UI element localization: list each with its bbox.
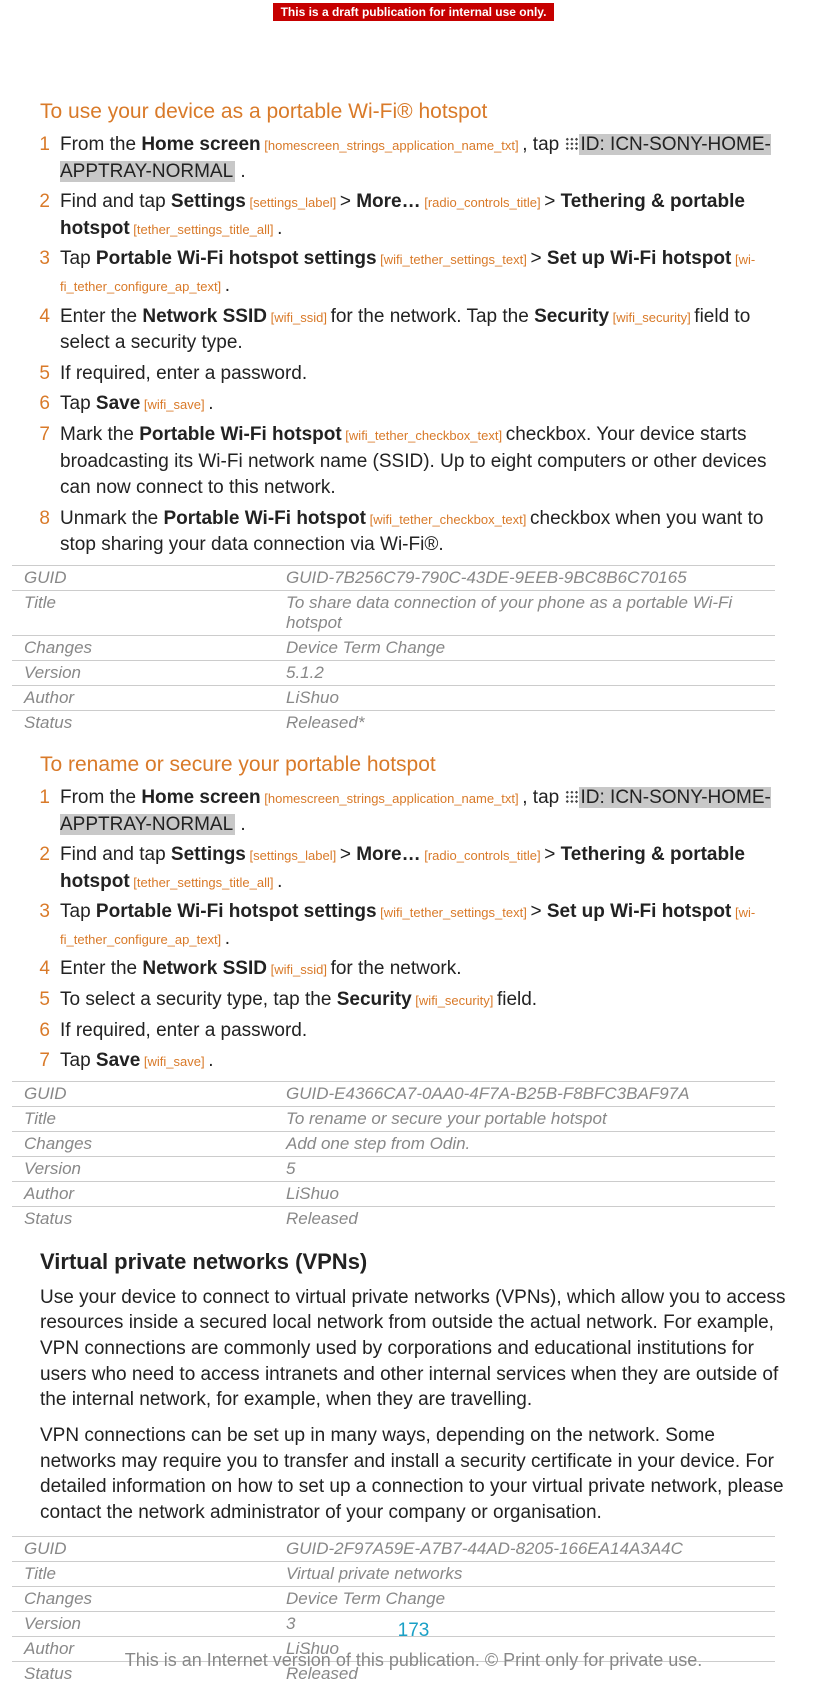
- table-row: ChangesDevice Term Change: [12, 635, 775, 660]
- copyright-line: This is an Internet version of this publ…: [0, 1650, 827, 1671]
- table-row: AuthorLiShuo: [12, 685, 775, 710]
- draft-banner-text: This is a draft publication for internal…: [273, 3, 555, 21]
- step: From the Home screen [homescreen_strings…: [32, 785, 795, 838]
- vpn-para-1: Use your device to connect to virtual pr…: [40, 1285, 795, 1413]
- section2-meta-table: GUIDGUID-E4366CA7-0AA0-4F7A-B25B-F8BFC3B…: [12, 1081, 775, 1231]
- step: Tap Save [wifi_save] .: [32, 391, 795, 418]
- section2-steps: From the Home screen [homescreen_strings…: [32, 785, 795, 1075]
- page-footer: 173 This is an Internet version of this …: [0, 1620, 827, 1671]
- step: Tap Portable Wi-Fi hotspot settings [wif…: [32, 899, 795, 952]
- section1-meta-table: GUIDGUID-7B256C79-790C-43DE-9EEB-9BC8B6C…: [12, 565, 775, 735]
- step: If required, enter a password.: [32, 361, 795, 388]
- step: Enter the Network SSID [wifi_ssid] for t…: [32, 956, 795, 983]
- table-row: Version5.1.2: [12, 660, 775, 685]
- step: If required, enter a password.: [32, 1018, 795, 1045]
- table-row: Version5: [12, 1156, 775, 1181]
- section1-steps: From the Home screen [homescreen_strings…: [32, 132, 795, 559]
- section1-title: To use your device as a portable Wi-Fi® …: [40, 100, 795, 124]
- table-row: AuthorLiShuo: [12, 1181, 775, 1206]
- section3-heading: Virtual private networks (VPNs): [40, 1249, 795, 1275]
- step: Tap Portable Wi-Fi hotspot settings [wif…: [32, 246, 795, 299]
- step: Unmark the Portable Wi-Fi hotspot [wifi_…: [32, 506, 795, 559]
- page-body: To use your device as a portable Wi-Fi® …: [0, 0, 827, 1686]
- section2-title: To rename or secure your portable hotspo…: [40, 753, 795, 777]
- step: From the Home screen [homescreen_strings…: [32, 132, 795, 185]
- apptray-grid-icon: [565, 137, 579, 151]
- table-row: StatusReleased: [12, 1206, 775, 1231]
- table-row: StatusReleased*: [12, 710, 775, 735]
- table-row: ChangesDevice Term Change: [12, 1586, 775, 1611]
- apptray-grid-icon: [565, 790, 579, 804]
- table-row: ChangesAdd one step from Odin.: [12, 1131, 775, 1156]
- page-number: 173: [0, 1620, 827, 1642]
- step: Enter the Network SSID [wifi_ssid] for t…: [32, 304, 795, 357]
- step: Find and tap Settings [settings_label] >…: [32, 189, 795, 242]
- table-row: TitleTo rename or secure your portable h…: [12, 1106, 775, 1131]
- table-row: GUIDGUID-7B256C79-790C-43DE-9EEB-9BC8B6C…: [12, 565, 775, 590]
- table-row: GUIDGUID-E4366CA7-0AA0-4F7A-B25B-F8BFC3B…: [12, 1081, 775, 1106]
- step: Find and tap Settings [settings_label] >…: [32, 842, 795, 895]
- step: Tap Save [wifi_save] .: [32, 1048, 795, 1075]
- table-row: GUIDGUID-2F97A59E-A7B7-44AD-8205-166EA14…: [12, 1536, 775, 1561]
- step: To select a security type, tap the Secur…: [32, 987, 795, 1014]
- draft-banner: This is a draft publication for internal…: [0, 0, 827, 22]
- table-row: TitleVirtual private networks: [12, 1561, 775, 1586]
- step: Mark the Portable Wi-Fi hotspot [wifi_te…: [32, 422, 795, 502]
- vpn-para-2: VPN connections can be set up in many wa…: [40, 1423, 795, 1526]
- table-row: TitleTo share data connection of your ph…: [12, 590, 775, 635]
